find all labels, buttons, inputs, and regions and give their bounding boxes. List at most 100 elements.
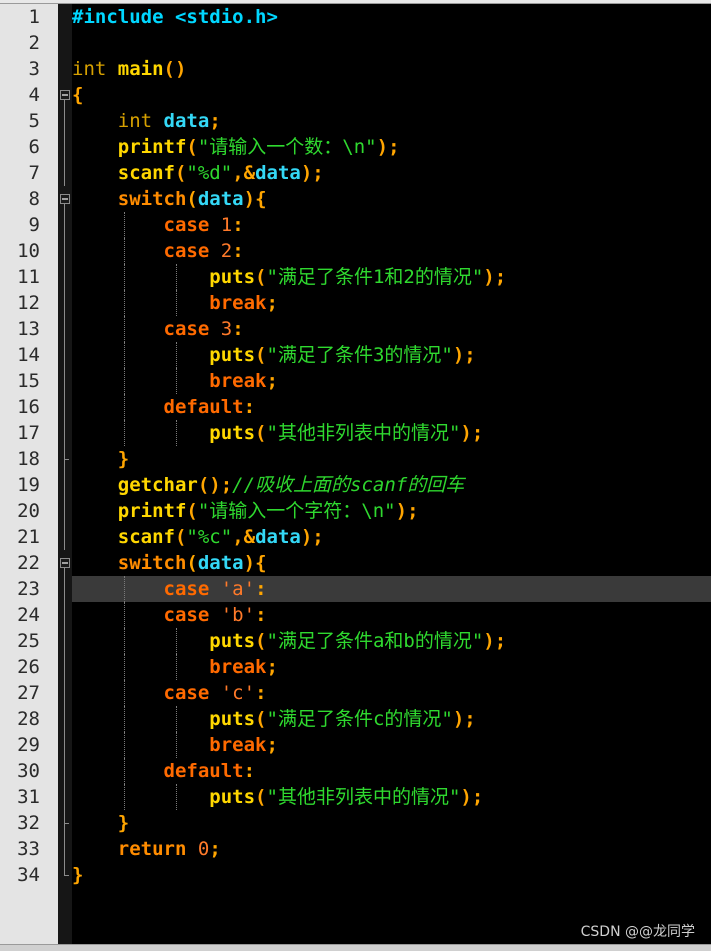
code-line[interactable]: 25 puts("满足了条件a和b的情况");	[0, 628, 711, 654]
code-line[interactable]: 14 puts("满足了条件3的情况");	[0, 342, 711, 368]
code-line[interactable]: 2	[0, 30, 711, 56]
code-line[interactable]: 5 int data;	[0, 108, 711, 134]
code-text[interactable]: }	[72, 810, 711, 836]
code-line[interactable]: 7 scanf("%d",&data);	[0, 160, 711, 186]
line-number: 24	[17, 604, 40, 626]
code-line[interactable]: 34}	[0, 862, 711, 888]
code-text[interactable]: puts("其他非列表中的情况");	[72, 420, 711, 446]
code-line[interactable]: 31 puts("其他非列表中的情况");	[0, 784, 711, 810]
code-line[interactable]: 8 switch(data){	[0, 186, 711, 212]
token-punct: {	[72, 84, 84, 106]
token-str: "满足了条件a和b的情况"	[266, 630, 484, 652]
code-line[interactable]: 21 scanf("%c",&data);	[0, 524, 711, 550]
code-text[interactable]: puts("其他非列表中的情况");	[72, 784, 711, 810]
fold-minus-icon[interactable]	[60, 82, 70, 108]
indent-guide	[175, 654, 177, 680]
code-text[interactable]: break;	[72, 368, 711, 394]
code-text[interactable]: case 'c':	[72, 680, 711, 706]
code-line[interactable]: 1 #include <stdio.h>	[0, 4, 711, 30]
code-text[interactable]: case 1:	[72, 212, 711, 238]
code-text[interactable]: case 2:	[72, 238, 711, 264]
token-str: "其他非列表中的情况"	[266, 786, 461, 808]
indent-guide	[124, 706, 126, 732]
code-text[interactable]: }	[72, 446, 711, 472]
token-punct: (	[186, 552, 198, 574]
code-text[interactable]: printf("请输入一个字符：\n");	[72, 498, 711, 524]
code-text[interactable]: case 'a':	[72, 576, 711, 602]
code-line[interactable]: 30 default:	[0, 758, 711, 784]
code-text[interactable]: scanf("%d",&data);	[72, 160, 711, 186]
code-text[interactable]: case 3:	[72, 316, 711, 342]
code-text[interactable]: default:	[72, 758, 711, 784]
code-line[interactable]: 28 puts("满足了条件c的情况");	[0, 706, 711, 732]
code-line[interactable]: 4{	[0, 82, 711, 108]
token-punct: (	[255, 422, 267, 444]
code-text[interactable]: switch(data){	[72, 550, 711, 576]
code-line[interactable]: 18 }	[0, 446, 711, 472]
token-type: int	[72, 58, 107, 80]
code-line[interactable]: 15 break;	[0, 368, 711, 394]
line-number: 29	[17, 734, 40, 756]
indent-guide	[175, 290, 177, 316]
code-line[interactable]: 11 puts("满足了条件1和2的情况");	[0, 264, 711, 290]
fold-minus-icon[interactable]	[60, 186, 70, 212]
code-line[interactable]: 17 puts("其他非列表中的情况");	[0, 420, 711, 446]
code-line-current[interactable]: 23 case 'a':	[0, 576, 711, 602]
code-line[interactable]: 13 case 3:	[0, 316, 711, 342]
code-text[interactable]: break;	[72, 732, 711, 758]
code-editor[interactable]: 1 #include <stdio.h> 2 3 int main() 4{5 int d…	[0, 0, 711, 951]
code-line[interactable]: 26 break;	[0, 654, 711, 680]
code-line[interactable]: 19 getchar();//吸收上面的scanf的回车	[0, 472, 711, 498]
code-line[interactable]: 29 break;	[0, 732, 711, 758]
code-text[interactable]: puts("满足了条件3的情况");	[72, 342, 711, 368]
code-line[interactable]: 32 }	[0, 810, 711, 836]
code-line[interactable]: 16 default:	[0, 394, 711, 420]
code-line[interactable]: 27 case 'c':	[0, 680, 711, 706]
token-kw2: case	[163, 682, 210, 704]
code-text[interactable]: default:	[72, 394, 711, 420]
code-text[interactable]: {	[72, 82, 711, 108]
fold-marker	[60, 498, 70, 524]
line-number: 28	[17, 708, 40, 730]
code-text[interactable]: printf("请输入一个数：\n");	[72, 134, 711, 160]
code-text[interactable]: }	[72, 862, 711, 888]
line-number: 11	[17, 266, 40, 288]
code-text[interactable]: getchar();//吸收上面的scanf的回车	[72, 472, 711, 498]
code-line[interactable]: 9 case 1:	[0, 212, 711, 238]
token-ident: data	[197, 552, 244, 574]
code-text[interactable]: break;	[72, 654, 711, 680]
code-line[interactable]: 24 case 'b':	[0, 602, 711, 628]
fold-minus-icon[interactable]	[60, 550, 70, 576]
token-str: "请输入一个字符：\n"	[197, 500, 396, 522]
code-text[interactable]: int data;	[72, 108, 711, 134]
code-text[interactable]: case 'b':	[72, 602, 711, 628]
code-line[interactable]: 33 return 0;	[0, 836, 711, 862]
code-text[interactable]: puts("满足了条件1和2的情况");	[72, 264, 711, 290]
code-text[interactable]: switch(data){	[72, 186, 711, 212]
code-line[interactable]: 3 int main()	[0, 56, 711, 82]
code-text[interactable]: puts("满足了条件c的情况");	[72, 706, 711, 732]
code-text[interactable]: break;	[72, 290, 711, 316]
code-text[interactable]: #include <stdio.h>	[72, 4, 711, 30]
code-text[interactable]: scanf("%c",&data);	[72, 524, 711, 550]
fold-marker	[60, 628, 70, 654]
token-punct: :	[232, 318, 244, 340]
code-text[interactable]: puts("满足了条件a和b的情况");	[72, 628, 711, 654]
token-punct: :	[243, 760, 256, 782]
code-line[interactable]: 12 break;	[0, 290, 711, 316]
code-line[interactable]: 22 switch(data){	[0, 550, 711, 576]
fold-marker	[60, 264, 70, 290]
code-text[interactable]	[72, 30, 711, 56]
code-text[interactable]: int main()	[72, 56, 711, 82]
fold-marker	[60, 576, 70, 602]
code-line[interactable]: 6 printf("请输入一个数：\n");	[0, 134, 711, 160]
code-text[interactable]: return 0;	[72, 836, 711, 862]
token-punct: (	[186, 136, 198, 158]
line-number: 22	[17, 552, 40, 574]
code-line[interactable]: 20 printf("请输入一个字符：\n");	[0, 498, 711, 524]
fold-marker	[60, 342, 70, 368]
code-line[interactable]: 10 case 2:	[0, 238, 711, 264]
